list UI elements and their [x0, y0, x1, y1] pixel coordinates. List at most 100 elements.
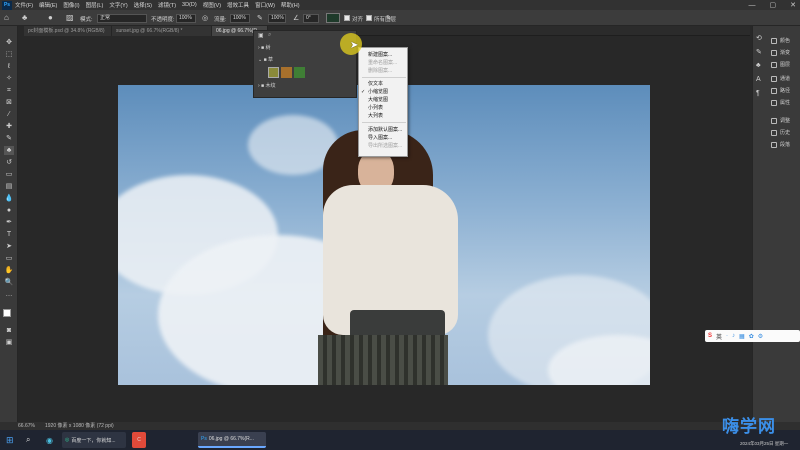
taskbar-app-icon[interactable]: C — [132, 432, 146, 448]
quick-select-tool-icon[interactable]: ✧ — [4, 74, 14, 83]
crop-tool-icon[interactable]: ⌗ — [4, 86, 14, 95]
flow-field[interactable]: 100% — [230, 14, 250, 23]
airbrush-icon[interactable]: ✎ — [257, 14, 263, 22]
panel-paths[interactable]: 路径 — [771, 86, 790, 96]
search-icon[interactable]: ⌕ — [268, 32, 271, 39]
pressure-size-icon[interactable]: ✎ — [386, 14, 392, 22]
menu-window[interactable]: 窗口(W) — [255, 1, 275, 9]
panel-paragraph[interactable]: 段落 — [771, 140, 790, 150]
clone-source-icon[interactable]: ♣ — [756, 62, 761, 69]
sample-all-layers-checkbox[interactable] — [366, 15, 372, 21]
toggle-brush-panel-icon[interactable]: ▨ — [66, 13, 74, 22]
settings-icon[interactable]: ⚙ — [758, 333, 763, 340]
screen-mode-icon[interactable]: ▣ — [4, 338, 14, 347]
menu-select[interactable]: 选择(S) — [134, 1, 152, 9]
menu-item-export-patterns[interactable]: 导出所选图案... — [368, 142, 402, 150]
panel-properties[interactable]: 属性 — [771, 98, 790, 108]
menu-image[interactable]: 图像(I) — [63, 1, 79, 9]
path-select-tool-icon[interactable]: ➤ — [4, 242, 14, 251]
menu-item-rename-pattern[interactable]: 重命名图案... — [368, 59, 397, 67]
close-button[interactable]: ✕ — [790, 1, 796, 9]
pen-tool-icon[interactable]: ✒ — [4, 218, 14, 227]
menu-item-large-list[interactable]: 大列表 — [368, 112, 383, 120]
pattern-swatch-3[interactable] — [294, 67, 305, 78]
minimize-button[interactable]: — — [749, 2, 756, 9]
dodge-tool-icon[interactable]: ● — [4, 206, 14, 215]
menu-filter[interactable]: 滤镜(T) — [158, 1, 176, 9]
menu-item-add-default-patterns[interactable]: 添加默认图案... — [368, 126, 402, 134]
smoothing-field[interactable]: 100% — [268, 14, 286, 23]
ime-language[interactable]: 英 — [716, 332, 722, 341]
eraser-tool-icon[interactable]: ▭ — [4, 170, 14, 179]
edge-icon[interactable]: ◉ — [46, 432, 53, 448]
menu-item-large-thumbnail[interactable]: 大缩览图 — [368, 96, 388, 104]
zoom-level[interactable]: 66.67% — [18, 422, 35, 430]
rectangle-tool-icon[interactable]: ▭ — [4, 254, 14, 263]
menu-3d[interactable]: 3D(D) — [182, 2, 197, 8]
opacity-field[interactable]: 100% — [176, 14, 196, 23]
pattern-swatch-2[interactable] — [281, 67, 292, 78]
glyph-icon[interactable]: A — [756, 76, 761, 83]
panel-history[interactable]: 历史 — [771, 128, 790, 138]
menu-item-new-pattern[interactable]: 新建图案... — [368, 51, 392, 59]
more-tools-icon[interactable]: … — [4, 290, 14, 299]
menu-view[interactable]: 视图(V) — [203, 1, 221, 9]
clone-stamp-tool-icon[interactable]: ♣ — [4, 146, 14, 155]
type-tool-icon[interactable]: T — [4, 230, 14, 239]
sogou-icon[interactable]: S — [708, 333, 712, 339]
pattern-swatch[interactable] — [326, 13, 340, 23]
panel-color[interactable]: 颜色 — [771, 36, 790, 46]
taskbar-search-icon[interactable]: ⌕ — [26, 432, 30, 448]
hand-tool-icon[interactable]: ✋ — [4, 266, 14, 275]
menu-file[interactable]: 文件(F) — [15, 1, 33, 9]
align-checkbox[interactable] — [344, 15, 350, 21]
brush-preset-icon[interactable]: ● — [48, 13, 53, 22]
move-tool-icon[interactable]: ✥ — [4, 38, 14, 47]
pressure-opacity-icon[interactable]: ◎ — [202, 14, 208, 22]
keyboard-icon[interactable]: ▦ — [739, 333, 745, 340]
pattern-swatch-1[interactable] — [268, 67, 279, 78]
windows-start-icon[interactable]: ⊞ — [6, 432, 14, 448]
menu-item-small-thumbnail[interactable]: 小缩览图 — [368, 88, 388, 96]
menu-item-import-patterns[interactable]: 导入图案... — [368, 134, 392, 142]
marquee-tool-icon[interactable]: ⬚ — [4, 50, 14, 59]
lasso-tool-icon[interactable]: ℓ — [4, 62, 14, 71]
panel-layers[interactable]: 图层 — [771, 60, 790, 70]
brush-tool-icon[interactable]: ✎ — [4, 134, 14, 143]
maximize-button[interactable]: ▢ — [770, 1, 777, 9]
healing-brush-tool-icon[interactable]: ✚ — [4, 122, 14, 131]
menu-item-delete-pattern[interactable]: 删除图案... — [368, 67, 392, 75]
brushes-icon[interactable]: ✎ — [756, 48, 762, 56]
tab-doc-1[interactable]: pc封面模板.psd @ 34.8% (RGB/8) — [24, 26, 112, 36]
panel-channels[interactable]: 通道 — [771, 74, 790, 84]
menu-item-small-list[interactable]: 小列表 — [368, 104, 383, 112]
mode-select[interactable]: 正常 — [97, 14, 147, 23]
skin-icon[interactable]: ✿ — [749, 333, 754, 340]
foreground-color-swatch[interactable] — [3, 309, 11, 317]
microphone-icon[interactable]: ♪ — [732, 333, 735, 339]
frame-tool-icon[interactable]: ⊠ — [4, 98, 14, 107]
menu-layer[interactable]: 图层(L) — [86, 1, 104, 9]
paragraph-icon[interactable]: ¶ — [756, 90, 760, 97]
menu-item-text-only[interactable]: 仅文本 — [368, 80, 383, 88]
gradient-tool-icon[interactable]: ▤ — [4, 182, 14, 191]
history-brush-tool-icon[interactable]: ↺ — [4, 158, 14, 167]
clone-stamp-tool-icon[interactable]: ♣ — [22, 13, 27, 22]
zoom-tool-icon[interactable]: 🔍 — [4, 278, 14, 287]
taskbar-browser-button[interactable]: ◎ 百度一下，你就知... — [62, 432, 126, 448]
panel-gradient[interactable]: 渐变 — [771, 48, 790, 58]
panel-adjustments[interactable]: 调整 — [771, 116, 790, 126]
tab-doc-2[interactable]: sunset.jpg @ 66.7%(RGB/8) * — [112, 26, 212, 36]
punctuation-icon[interactable]: · — [726, 333, 728, 339]
history-icon[interactable]: ⟲ — [756, 34, 762, 42]
pattern-group-grass[interactable]: ⌄ ■ 草 — [258, 55, 273, 65]
menu-help[interactable]: 帮助(H) — [281, 1, 300, 9]
pattern-group-wood[interactable]: › ■ 木纹 — [258, 81, 275, 91]
pattern-group-trees[interactable]: › ■ 树 — [258, 43, 270, 53]
quick-mask-icon[interactable]: ◙ — [4, 326, 14, 335]
eyedropper-tool-icon[interactable]: ⁄ — [4, 110, 14, 119]
angle-field[interactable]: 0° — [303, 14, 319, 23]
menu-type[interactable]: 文字(Y) — [109, 1, 127, 9]
menu-edit[interactable]: 编辑(E) — [39, 1, 57, 9]
blur-tool-icon[interactable]: 💧 — [4, 194, 14, 203]
